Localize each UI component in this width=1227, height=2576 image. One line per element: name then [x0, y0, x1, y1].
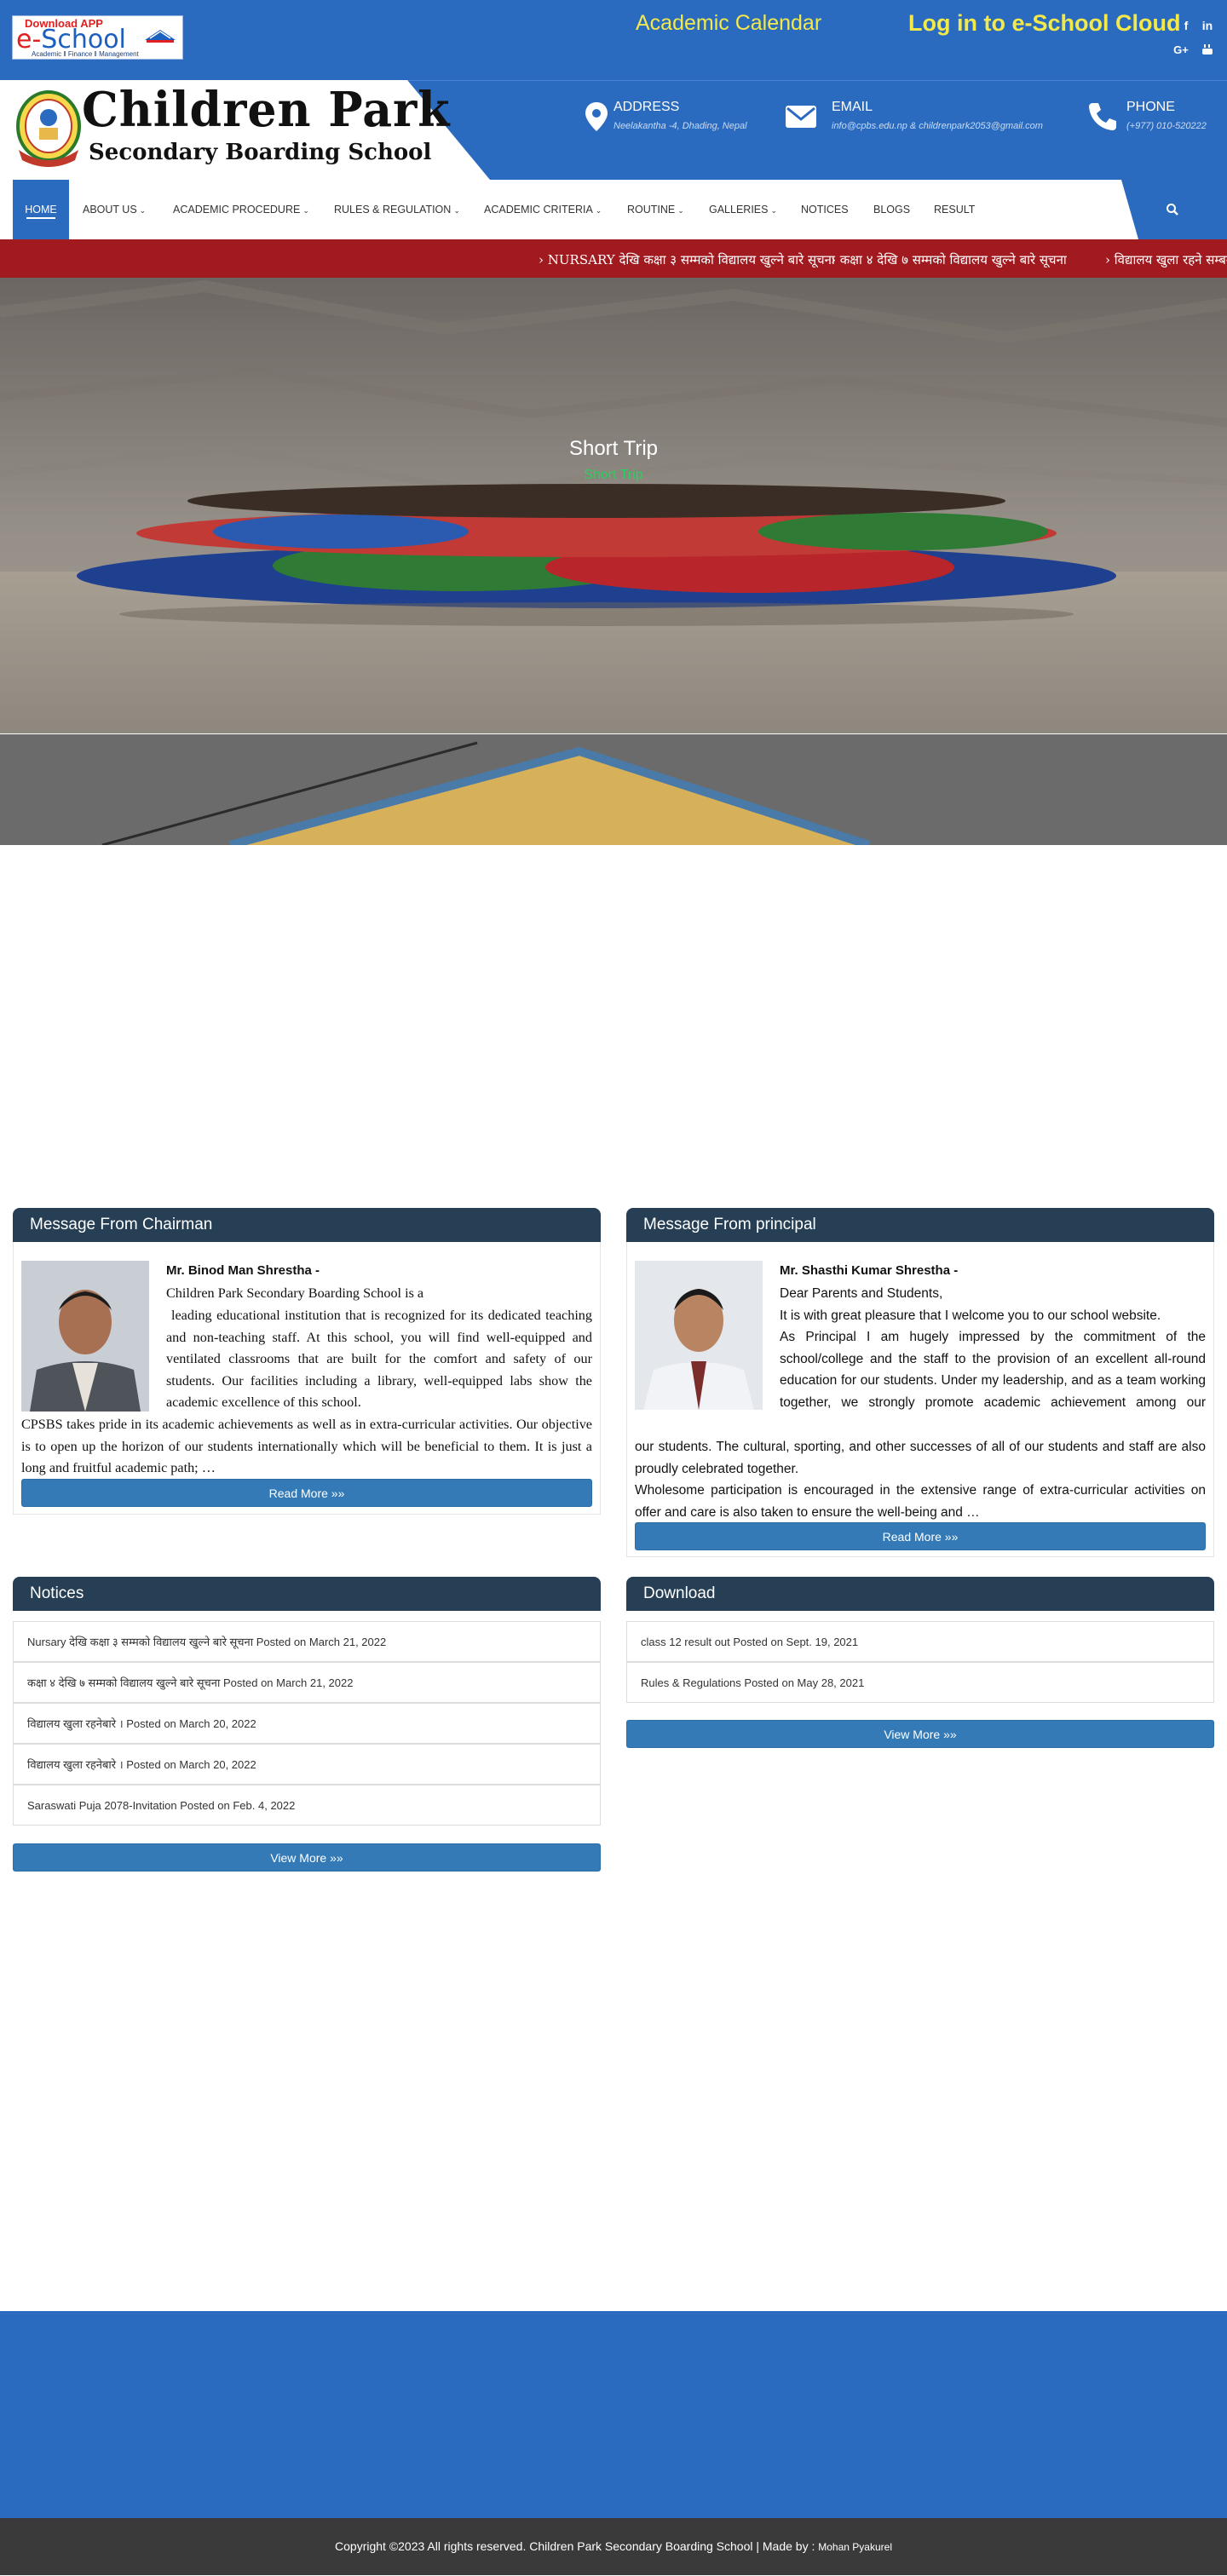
chevron-down-icon: ⌄ [677, 206, 684, 215]
notices-panel-heading: Notices [13, 1577, 601, 1611]
chairman-read-more-button[interactable]: Read More »» [21, 1479, 592, 1507]
notice-item[interactable]: विद्यालय खुला रहनेबारे । Posted on March… [13, 1744, 601, 1785]
school-type: Secondary Boarding School [89, 140, 432, 165]
eschool-tagline: Academic ‖ Finance ‖ Management [32, 50, 139, 58]
ticker-item[interactable]: › NURSARY ‌‌‌‌‌‌देखि कक्षा ३ सम्मको विद्… [539, 251, 835, 268]
chevron-right-icon: › [1105, 252, 1110, 267]
download-app-banner[interactable]: Download APP e-School Academic ‖ Finance… [12, 15, 183, 60]
principal-read-more-button[interactable]: Read More »» [635, 1522, 1206, 1550]
chairman-message-continued: CPSBS takes pride in its academic achiev… [21, 1417, 592, 1476]
phone-icon [1089, 103, 1116, 130]
notice-item[interactable]: कक्षा ४ देखि ७ सम्मको विद्यालय खुल्ने बा… [13, 1662, 601, 1703]
chairman-message: leading educational institution that is … [166, 1308, 592, 1411]
ticker-item[interactable]: › विद्यालय खुला रहने सम्बन्धमा सूचना [1105, 251, 1227, 268]
nav-notices[interactable]: NOTICES [801, 180, 849, 239]
principal-message-continued: Wholesome participation is encouraged in… [635, 1483, 1206, 1520]
chevron-right-icon: › [831, 252, 836, 267]
notice-item[interactable]: Nursary ‌‌‌‌‌‌देखि कक्षा ३ सम्मको विद्या… [13, 1621, 601, 1662]
chairman-photo [21, 1261, 149, 1412]
map-pin-icon [585, 102, 608, 131]
google-plus-icon[interactable]: G+ [1172, 40, 1190, 59]
chevron-down-icon: ⌄ [770, 206, 778, 215]
email-value[interactable]: info@cpbs.edu.np & childrenpark2053@gmai… [832, 121, 1043, 131]
address-title: ADDRESS [614, 100, 680, 114]
chairman-name: Mr. Binod Man Shrestha - [166, 1263, 320, 1278]
chairman-panel-heading: Message From Chairman [13, 1208, 601, 1242]
school-crest-logo[interactable] [14, 89, 84, 170]
principal-message: As Principal I am hugely impressed by th… [780, 1330, 1206, 1410]
hero-title: Short Trip [568, 437, 659, 460]
notice-item[interactable]: विद्यालय खुला रहनेबारे । Posted on March… [13, 1703, 601, 1744]
nav-galleries[interactable]: GALLERIES ⌄ [709, 180, 777, 239]
copyright-bar: Copyright ©2023 All rights reserved. Chi… [0, 2518, 1227, 2575]
nav-routine[interactable]: ROUTINE ⌄ [627, 180, 684, 239]
nav-result[interactable]: RESULT [934, 180, 975, 239]
footer-band [0, 2311, 1227, 2518]
download-item[interactable]: Rules & Regulations Posted on May 28, 20… [626, 1662, 1214, 1703]
building-illustration [0, 734, 1227, 845]
nav-academic-procedure[interactable]: ACADEMIC PROCEDURE ⌄ [173, 180, 309, 239]
linkedin-icon[interactable]: in [1198, 16, 1217, 35]
nav-academic-criteria[interactable]: ACADEMIC CRITERIA ⌄ [484, 180, 602, 239]
nav-blogs[interactable]: BLOGS [873, 180, 910, 239]
school-name: Children Park [82, 82, 451, 138]
nav-rules-regulation[interactable]: RULES & REGULATION ⌄ [334, 180, 460, 239]
chevron-right-icon: › [539, 252, 544, 267]
principal-greeting: Dear Parents and Students, [780, 1286, 943, 1301]
principal-message-tail: our students. The cultural, sporting, an… [635, 1440, 1206, 1476]
download-item[interactable]: class 12 result out Posted on Sept. 19, … [626, 1621, 1214, 1662]
search-icon [1167, 204, 1178, 216]
principal-welcome-line: It is with great pleasure that I welcome… [780, 1308, 1161, 1323]
principal-photo [635, 1261, 763, 1410]
phone-title: PHONE [1126, 100, 1175, 114]
principal-name: Mr. Shasthi Kumar Shrestha - [780, 1263, 959, 1278]
search-button[interactable] [1121, 180, 1227, 239]
notice-item[interactable]: Saraswati Puja 2078-Invitation Posted on… [13, 1785, 601, 1826]
nav-home[interactable]: HOME [13, 180, 69, 239]
author-link[interactable]: Mohan Pyakurel [818, 2541, 892, 2553]
facebook-icon[interactable]: f [1177, 16, 1195, 35]
chairman-intro: Children Park Secondary Boarding School … [166, 1285, 424, 1301]
academic-calendar-link[interactable]: Academic Calendar [636, 11, 821, 36]
ticker-item[interactable]: › कक्षा ४ देखि ७ सम्मको विद्यालय खुल्ने … [831, 251, 1067, 268]
email-title: EMAIL [832, 100, 873, 114]
phone-value[interactable]: (+977) 010-520222 [1126, 121, 1207, 131]
chevron-down-icon: ⌄ [302, 206, 309, 215]
group-photo-illustration [0, 278, 1227, 733]
eschool-login-link[interactable]: Log in to e-School Cloud [908, 10, 1180, 37]
principal-panel-heading: Message From principal [626, 1208, 1214, 1242]
download-view-more-button[interactable]: View More »» [626, 1720, 1214, 1748]
download-panel-heading: Download [626, 1577, 1214, 1611]
youtube-icon[interactable] [1198, 40, 1217, 59]
address-value: Neelakantha -4, Dhading, Nepal [614, 121, 747, 131]
eschool-logo: e-School [16, 25, 126, 55]
hero-subtitle: Short Trip [584, 468, 643, 482]
building-image-strip [0, 734, 1227, 845]
chevron-down-icon: ⌄ [139, 206, 147, 215]
nav-about-us[interactable]: ABOUT US ⌄ [83, 180, 146, 239]
copyright-text: Copyright ©2023 All rights reserved. Chi… [335, 2539, 815, 2553]
envelope-icon [786, 106, 816, 128]
notices-view-more-button[interactable]: View More »» [13, 1843, 601, 1872]
hero-slide-image[interactable] [0, 278, 1227, 733]
books-icon [145, 30, 176, 43]
chevron-down-icon: ⌄ [453, 206, 460, 215]
news-ticker: › NURSARY ‌‌‌‌‌‌देखि कक्षा ३ सम्मको विद्… [0, 239, 1227, 278]
chevron-down-icon: ⌄ [595, 206, 602, 215]
